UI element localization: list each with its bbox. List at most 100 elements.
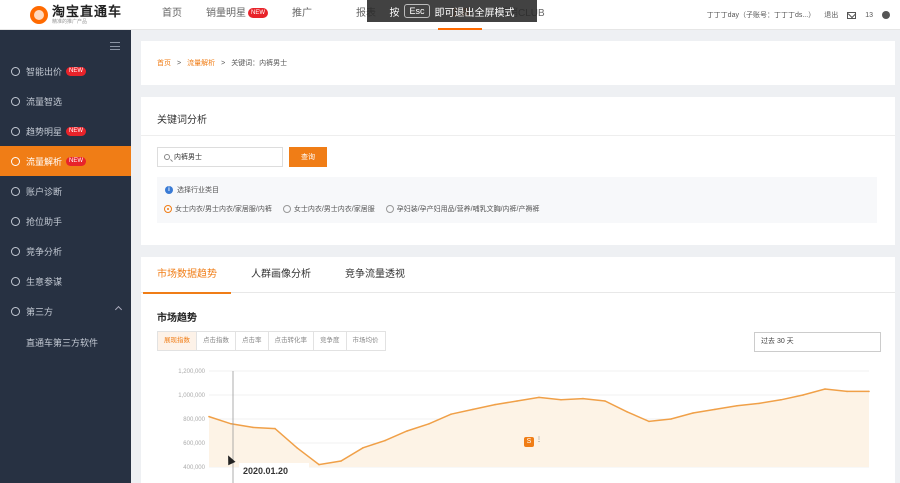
tab-competition-traffic[interactable]: 竞争流量透视 bbox=[331, 257, 419, 293]
data-point[interactable] bbox=[450, 413, 452, 415]
metric-avg-price[interactable]: 市场均价 bbox=[347, 332, 385, 350]
hover-date-label: 2020.01.20 bbox=[239, 463, 309, 483]
industry-option[interactable]: 女士内衣/男士内衣/家居服 bbox=[282, 204, 375, 214]
data-point[interactable] bbox=[318, 463, 320, 466]
sidebar-item-account-diagnosis[interactable]: 账户诊断 bbox=[0, 176, 131, 206]
data-point[interactable] bbox=[802, 394, 804, 396]
nav-home[interactable]: 首页 bbox=[150, 0, 194, 30]
sidebar-item-traffic-analysis[interactable]: 流量解析 NEW bbox=[0, 146, 131, 176]
sidebar: 智能出价 NEW 流量智选 趋势明星 NEW 流量解析 NEW 账户诊断 抢位助手 竞… bbox=[0, 30, 131, 483]
trend-star-icon bbox=[11, 126, 20, 136]
metric-impression-index[interactable]: 展现指数 bbox=[158, 332, 197, 350]
data-point[interactable] bbox=[648, 420, 650, 423]
industry-options: 女士内衣/男士内衣/家居服/内裤 女士内衣/男士内衣/家居服 孕妇装/孕产妇用品… bbox=[164, 204, 539, 214]
data-point[interactable] bbox=[274, 427, 276, 430]
logo[interactable]: 淘宝直通车 精准的推广产品 bbox=[30, 4, 122, 26]
industry-title: i 选择行业类目 bbox=[165, 185, 219, 195]
rank-assistant-icon bbox=[11, 216, 20, 226]
metric-conversion[interactable]: 点击转化率 bbox=[269, 332, 314, 350]
data-point[interactable] bbox=[406, 430, 408, 432]
help-icon[interactable] bbox=[882, 11, 890, 19]
data-point[interactable] bbox=[824, 388, 826, 390]
sidebar-item-trend-star[interactable]: 趋势明星 NEW bbox=[0, 116, 131, 146]
tab-market-trend[interactable]: 市场数据趋势 bbox=[143, 257, 231, 294]
sidebar-item-traffic-select[interactable]: 流量智选 bbox=[0, 86, 131, 116]
sidebar-item-third-party[interactable]: 第三方 bbox=[0, 296, 131, 326]
data-point[interactable] bbox=[626, 411, 628, 413]
mail-icon[interactable] bbox=[847, 11, 857, 19]
data-point[interactable] bbox=[384, 439, 386, 442]
market-tabs: 市场数据趋势 人群画像分析 竞争流量透视 bbox=[141, 257, 895, 294]
data-point[interactable] bbox=[758, 402, 760, 405]
metric-ctr[interactable]: 点击率 bbox=[236, 332, 269, 350]
floating-toolbar[interactable]: S ⋮ bbox=[524, 436, 550, 448]
data-point[interactable] bbox=[516, 400, 518, 402]
data-point[interactable] bbox=[362, 447, 364, 449]
y-tick-label: 600,000 bbox=[183, 441, 205, 447]
sidebar-subitem-third-party-software[interactable]: 直通车第三方软件 bbox=[0, 327, 131, 357]
user-name[interactable]: 丁丁丁day（子账号：丁丁丁ds...） bbox=[707, 10, 816, 20]
data-point[interactable] bbox=[560, 399, 562, 401]
industry-option[interactable]: 孕妇装/孕产妇用品/营养/哺乳文胸/内裤/产褥裤 bbox=[385, 204, 539, 214]
nav-promote[interactable]: 推广 bbox=[280, 0, 324, 30]
data-point[interactable] bbox=[692, 412, 694, 414]
data-point[interactable] bbox=[428, 423, 430, 425]
data-point[interactable] bbox=[296, 447, 298, 449]
radio-icon bbox=[282, 205, 291, 213]
menu-collapse-icon[interactable] bbox=[110, 42, 120, 50]
query-button[interactable]: 查询 bbox=[289, 147, 327, 167]
sidebar-item-competition[interactable]: 竞争分析 bbox=[0, 236, 131, 266]
data-point[interactable] bbox=[714, 408, 716, 411]
data-point[interactable] bbox=[780, 399, 782, 401]
diagnosis-icon bbox=[11, 186, 20, 196]
market-panel: 市场数据趋势 人群画像分析 竞争流量透视 市场趋势 展现指数 点击指数 点击率 … bbox=[141, 257, 895, 483]
top-bar: 淘宝直通车 精准的推广产品 首页 销量明星NEW 推广 报表 工具 网销CLUB… bbox=[0, 0, 900, 30]
y-tick-label: 800,000 bbox=[183, 417, 205, 423]
data-point[interactable] bbox=[538, 396, 540, 399]
metric-competition[interactable]: 竞争度 bbox=[314, 332, 347, 350]
data-point[interactable] bbox=[846, 390, 848, 393]
data-point[interactable] bbox=[494, 403, 496, 406]
breadcrumb-current: 关键词：内裤男士 bbox=[231, 60, 288, 67]
user-area: 丁丁丁day（子账号：丁丁丁ds...） 退出 13 bbox=[707, 0, 890, 30]
period-select[interactable]: 过去 30 天 bbox=[754, 332, 881, 352]
breadcrumb-home[interactable]: 首页 bbox=[157, 58, 171, 68]
info-icon: i bbox=[165, 186, 173, 194]
smart-bid-icon bbox=[11, 66, 20, 76]
new-badge: NEW bbox=[66, 126, 87, 136]
new-badge: NEW bbox=[66, 66, 87, 76]
s-logo-icon: S bbox=[524, 437, 534, 447]
data-point[interactable] bbox=[472, 408, 474, 411]
y-tick-label: 1,200,000 bbox=[178, 369, 205, 375]
breadcrumb: 首页 > 流量解析 > 关键词：内裤男士 bbox=[141, 41, 895, 85]
sidebar-item-smart-bid[interactable]: 智能出价 NEW bbox=[0, 56, 131, 86]
industry-option[interactable]: 女士内衣/男士内衣/家居服/内裤 bbox=[164, 204, 272, 214]
nav-sales-star[interactable]: 销量明星 NEW bbox=[194, 0, 280, 30]
y-tick-label: 400,000 bbox=[183, 465, 205, 471]
data-point[interactable] bbox=[670, 418, 672, 420]
tab-audience-profile[interactable]: 人群画像分析 bbox=[237, 257, 325, 293]
data-point[interactable] bbox=[252, 426, 254, 429]
radio-icon bbox=[385, 205, 394, 213]
breadcrumb-section[interactable]: 流量解析 bbox=[187, 58, 215, 68]
sidebar-item-business-advisor[interactable]: 生意参谋 bbox=[0, 266, 131, 296]
data-point[interactable] bbox=[230, 423, 232, 425]
logout-link[interactable]: 退出 bbox=[824, 10, 838, 20]
traffic-select-icon bbox=[11, 96, 20, 106]
trend-title: 市场趋势 bbox=[157, 313, 197, 324]
divider bbox=[141, 135, 895, 136]
data-point[interactable] bbox=[340, 460, 342, 462]
data-point[interactable] bbox=[604, 400, 606, 402]
new-badge: NEW bbox=[66, 156, 87, 166]
industry-category-panel: i 选择行业类目 女士内衣/男士内衣/家居服/内裤 女士内衣/男士内衣/家居服 … bbox=[157, 177, 877, 223]
metric-click-index[interactable]: 点击指数 bbox=[197, 332, 236, 350]
fullscreen-esc-hint: 按 Esc 即可退出全屏模式 bbox=[367, 0, 537, 22]
sidebar-item-rank-assistant[interactable]: 抢位助手 bbox=[0, 206, 131, 236]
data-point[interactable] bbox=[868, 390, 870, 393]
data-point[interactable] bbox=[736, 405, 738, 407]
panel-title: 关键词分析 bbox=[157, 115, 207, 126]
y-tick-label: 1,000,000 bbox=[178, 393, 205, 399]
data-point[interactable] bbox=[582, 397, 584, 400]
data-point[interactable] bbox=[208, 415, 210, 418]
keyword-search-input[interactable]: 内裤男士 bbox=[157, 147, 283, 167]
